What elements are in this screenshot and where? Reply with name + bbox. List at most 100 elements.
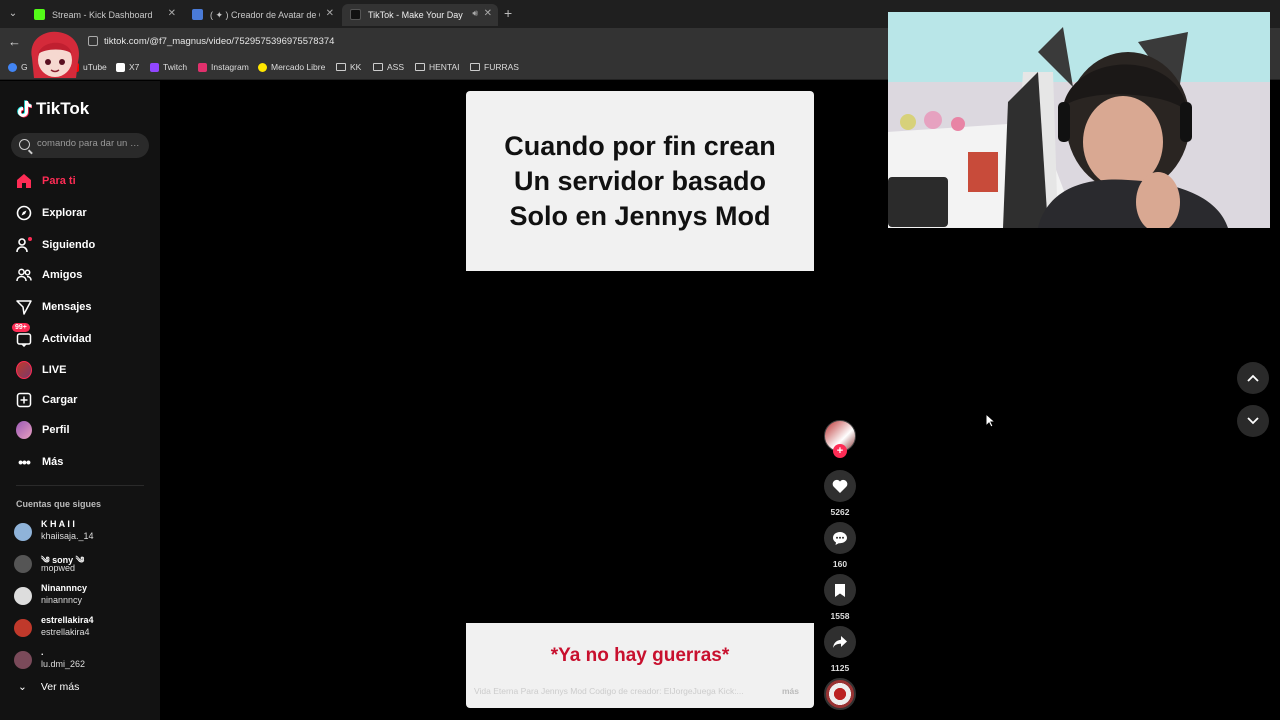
avatar-creator-favicon-icon bbox=[192, 9, 203, 20]
account-handle: lu.dmi_262 bbox=[41, 659, 86, 669]
close-tab-icon[interactable]: ✕ bbox=[484, 8, 492, 19]
bookmark-google[interactable]: G bbox=[8, 62, 28, 72]
mercado-libre-icon bbox=[258, 62, 267, 72]
see-more-button[interactable]: ⌄ Ver más bbox=[18, 681, 79, 693]
nav-mas[interactable]: ••• Más bbox=[16, 452, 63, 472]
heart-icon bbox=[832, 479, 848, 493]
video-player[interactable]: Cuando por fin crean Un servidor basado … bbox=[466, 91, 814, 708]
twitch-icon bbox=[150, 62, 159, 72]
nav-explorar[interactable]: Explorar bbox=[16, 203, 87, 223]
nav-label: Mensajes bbox=[42, 301, 92, 313]
back-arrow-icon[interactable]: ← bbox=[8, 34, 21, 49]
live-avatar-icon bbox=[16, 361, 32, 379]
like-count: 5262 bbox=[830, 507, 850, 517]
save-button[interactable] bbox=[824, 574, 856, 606]
music-disc-icon[interactable] bbox=[824, 678, 856, 710]
more-icon: ••• bbox=[18, 454, 31, 470]
nav-label: LIVE bbox=[42, 364, 67, 376]
account-handle: estrellakira4 bbox=[41, 627, 90, 637]
nav-mensajes[interactable]: Mensajes bbox=[16, 297, 92, 317]
video-caption: Vida Eterna Para Jennys Mod Codigo de cr… bbox=[474, 686, 744, 696]
folder-icon bbox=[470, 63, 480, 71]
bookmark-label: FURRAS bbox=[484, 62, 519, 72]
nav-label: Siguiendo bbox=[42, 239, 96, 251]
bookmark-label: HENTAI bbox=[429, 62, 460, 72]
comment-icon bbox=[833, 531, 847, 545]
account-avatar bbox=[14, 619, 32, 637]
tab-kick-dashboard[interactable]: Stream - Kick Dashboard ✕ bbox=[26, 4, 182, 26]
tab-avatar-creator[interactable]: ( ✦ ) Creador de Avatar de Catá… ✕ bbox=[184, 4, 340, 26]
divider bbox=[16, 485, 144, 486]
search-input[interactable] bbox=[37, 138, 143, 149]
tiktok-logo-icon bbox=[17, 100, 32, 118]
comment-count: 160 bbox=[832, 559, 848, 569]
bookmark-twitch[interactable]: Twitch bbox=[150, 62, 187, 72]
nav-label: Más bbox=[42, 456, 64, 468]
video-headline-card: Cuando por fin crean Un servidor basado … bbox=[466, 91, 814, 271]
nav-live[interactable]: LIVE bbox=[16, 360, 66, 380]
friends-icon bbox=[16, 267, 32, 283]
account-handle: khaiisaja._14 bbox=[41, 531, 94, 541]
headline-line: Cuando por fin crean bbox=[504, 130, 776, 161]
video-bottom-card: *Ya no hay guerras* Vida Eterna Para Jen… bbox=[466, 623, 814, 708]
tab-title: Stream - Kick Dashboard bbox=[52, 10, 153, 20]
nav-label: Actividad bbox=[42, 333, 92, 345]
nav-cargar[interactable]: Cargar bbox=[16, 390, 77, 410]
share-icon bbox=[833, 636, 847, 648]
close-tab-icon[interactable]: ✕ bbox=[326, 8, 334, 19]
tab-tiktok[interactable]: TikTok - Make Your Day 🔊︎ ✕ bbox=[342, 4, 498, 26]
bookmark-label: ASS bbox=[387, 62, 405, 72]
send-icon bbox=[16, 299, 32, 315]
account-avatar bbox=[14, 523, 32, 541]
comment-button[interactable] bbox=[824, 522, 856, 554]
bookmark-x[interactable]: X7 bbox=[116, 62, 139, 72]
like-button[interactable] bbox=[824, 470, 856, 502]
bookmark-label: uTube bbox=[83, 62, 107, 72]
activity-badge: 99+ bbox=[12, 323, 30, 332]
stream-overlay-avatar-image bbox=[31, 31, 80, 78]
tiktok-logo[interactable]: TikTok bbox=[16, 99, 89, 119]
site-info-icon[interactable] bbox=[88, 36, 98, 46]
tab-search-button[interactable]: ⌄ bbox=[4, 4, 22, 22]
tab-audio-icon[interactable]: 🔊︎ bbox=[472, 8, 478, 19]
bookmark-folder-furras[interactable]: FURRAS bbox=[470, 62, 519, 72]
share-button[interactable] bbox=[824, 626, 856, 658]
video-headline: Cuando por fin crean Un servidor basado … bbox=[475, 129, 805, 234]
see-more-label: Ver más bbox=[40, 681, 80, 693]
new-tab-button[interactable]: + bbox=[504, 5, 512, 21]
bookmark-instagram[interactable]: Instagram bbox=[198, 62, 249, 72]
nav-para-ti[interactable]: Para ti bbox=[16, 171, 76, 191]
bookmark-folder-kk[interactable]: KK bbox=[336, 62, 361, 72]
account-avatar bbox=[14, 651, 32, 669]
address-bar[interactable]: tiktok.com/@f7_magnus/video/752957539697… bbox=[82, 32, 882, 52]
bookmark-label: X7 bbox=[129, 62, 140, 72]
nav-amigos[interactable]: Amigos bbox=[16, 265, 82, 285]
follow-plus-icon[interactable]: + bbox=[833, 444, 847, 458]
bookmark-label: Mercado Libre bbox=[271, 62, 326, 72]
caption-more-link[interactable]: más bbox=[782, 686, 799, 696]
instagram-icon bbox=[198, 62, 207, 72]
search-box[interactable] bbox=[11, 133, 149, 158]
folder-icon bbox=[336, 63, 346, 71]
nav-siguiendo[interactable]: Siguiendo bbox=[16, 235, 95, 255]
bookmark-folder-hentai[interactable]: HENTAI bbox=[415, 62, 460, 72]
video-red-text: *Ya no hay guerras* bbox=[550, 645, 730, 666]
bookmark-label: Twitch bbox=[163, 62, 188, 72]
nav-label: Amigos bbox=[42, 269, 83, 281]
bookmark-mercado-libre[interactable]: Mercado Libre bbox=[258, 62, 325, 72]
bookmark-folder-ass[interactable]: ASS bbox=[373, 62, 404, 72]
mouse-cursor-icon bbox=[985, 413, 995, 428]
headline-line: Un servidor basado bbox=[513, 165, 767, 196]
previous-video-button[interactable] bbox=[1237, 362, 1269, 394]
next-video-button[interactable] bbox=[1237, 405, 1269, 437]
close-tab-icon[interactable]: ✕ bbox=[168, 8, 176, 19]
account-name: Ninannncy bbox=[41, 583, 88, 593]
sidebar: TikTok Para ti Explorar Siguiendo bbox=[0, 81, 160, 720]
nav-perfil[interactable]: Perfil bbox=[16, 420, 70, 440]
tiktok-favicon-icon bbox=[350, 9, 361, 20]
x-icon bbox=[116, 62, 125, 72]
nav-actividad[interactable]: 99+ Actividad bbox=[12, 323, 92, 349]
webcam-feed-image bbox=[888, 12, 1270, 228]
profile-avatar-icon bbox=[16, 421, 32, 439]
account-avatar bbox=[14, 587, 32, 605]
